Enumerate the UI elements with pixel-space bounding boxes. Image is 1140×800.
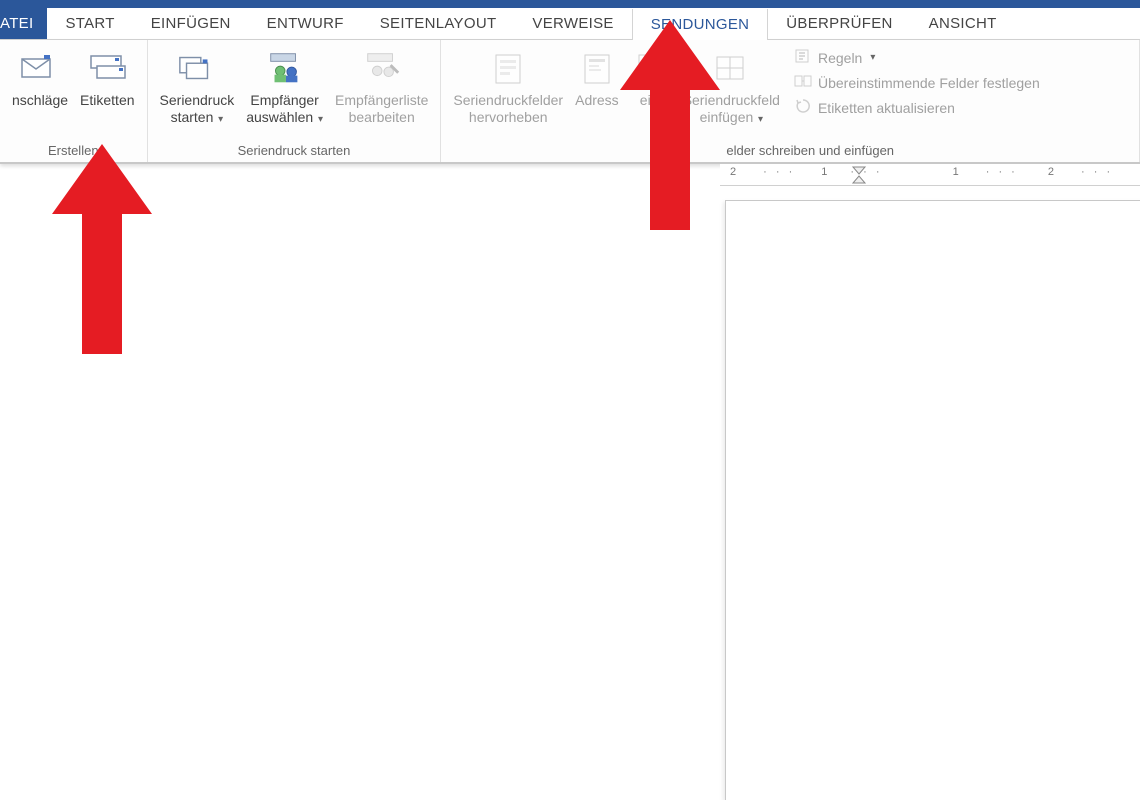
labels-icon — [87, 48, 127, 88]
tab-entwurf[interactable]: ENTWURF — [249, 8, 362, 39]
title-bar — [0, 0, 1140, 8]
uebereinstimmende-label: Übereinstimmende Felder festlegen — [818, 75, 1040, 91]
chevron-down-icon: ▾ — [870, 52, 875, 63]
grusszeile-button[interactable]: eile — [625, 44, 677, 109]
aktualisieren-label: Etiketten aktualisieren — [818, 100, 955, 116]
hervorheben-label: Seriendruckfelder hervorheben — [453, 92, 563, 126]
regeln-button[interactable]: Regeln ▾ — [794, 48, 1040, 67]
indent-marker-icon[interactable] — [852, 166, 866, 186]
tab-seitenlayout[interactable]: SEITENLAYOUT — [362, 8, 515, 39]
ribbon-tabs: ATEI START EINFÜGEN ENTWURF SEITENLAYOUT… — [0, 8, 1140, 40]
tab-datei[interactable]: ATEI — [0, 8, 47, 39]
edit-list-icon — [362, 48, 402, 88]
einfuegen-label: Seriendruckfeld einfügen ▾ — [683, 92, 780, 128]
rules-icon — [794, 48, 812, 67]
document-page[interactable] — [725, 200, 1140, 800]
seriendruckfelder-hervorheben-button[interactable]: Seriendruckfelder hervorheben — [447, 44, 569, 126]
insert-field-icon — [711, 48, 751, 88]
ruler-ticks: 2· · · 1· · · 1· · · 2· · · 3· · · 4· · … — [730, 166, 1140, 178]
tab-ueberpruefen[interactable]: ÜBERPRÜFEN — [768, 8, 910, 39]
tab-einfuegen[interactable]: EINFÜGEN — [133, 8, 249, 39]
match-fields-icon — [794, 73, 812, 92]
empfaengerliste-bearbeiten-button[interactable]: Empfängerliste bearbeiten — [329, 44, 434, 126]
seriendruckfeld-einfuegen-button[interactable]: Seriendruckfeld einfügen ▾ — [677, 44, 786, 128]
address-block-icon — [577, 48, 617, 88]
empfaengerliste-bearbeiten-label: Empfängerliste bearbeiten — [335, 92, 428, 126]
chevron-down-icon: ▾ — [215, 114, 223, 125]
zeile-label: eile — [640, 92, 662, 109]
empfaenger-auswaehlen-button[interactable]: Empfänger auswählen ▾ — [240, 44, 329, 128]
greeting-line-icon — [631, 48, 671, 88]
uebereinstimmende-felder-button[interactable]: Übereinstimmende Felder festlegen — [794, 73, 1040, 92]
adressblock-button[interactable]: Adress — [569, 44, 625, 109]
umschlaege-button[interactable]: nschläge — [6, 44, 74, 109]
regeln-label: Regeln — [818, 50, 862, 66]
group-seriendruck-starten: Seriendruck starten ▾ Empfänger auswähle… — [148, 40, 442, 162]
felder-extra-list: Regeln ▾ Übereinstimmende Felder festleg… — [786, 44, 1048, 117]
refresh-labels-icon — [794, 98, 812, 117]
seriendruck-starten-button[interactable]: Seriendruck starten ▾ — [154, 44, 241, 128]
adress-label: Adress — [575, 92, 619, 109]
mailmerge-start-icon — [177, 48, 217, 88]
seriendruck-starten-label: Seriendruck starten ▾ — [160, 92, 235, 128]
highlight-fields-icon — [488, 48, 528, 88]
ribbon-panel: nschläge Etiketten Erstellen Seriendruck… — [0, 40, 1140, 164]
etiketten-aktualisieren-button[interactable]: Etiketten aktualisieren — [794, 98, 1040, 117]
etiketten-button[interactable]: Etiketten — [74, 44, 140, 109]
etiketten-label: Etiketten — [80, 92, 134, 109]
group-erstellen-label: Erstellen — [6, 141, 141, 160]
recipients-icon — [265, 48, 305, 88]
envelope-icon — [20, 48, 60, 88]
group-seriendruck-starten-label: Seriendruck starten — [154, 141, 435, 160]
group-felder-label: elder schreiben und einfügen — [447, 141, 1133, 160]
tab-ansicht[interactable]: ANSICHT — [911, 8, 1015, 39]
empfaenger-auswaehlen-label: Empfänger auswählen ▾ — [246, 92, 323, 128]
tab-start[interactable]: START — [47, 8, 132, 39]
horizontal-ruler[interactable]: 2· · · 1· · · 1· · · 2· · · 3· · · 4· · … — [720, 164, 1140, 186]
chevron-down-icon: ▾ — [315, 114, 323, 125]
umschlaege-label: nschläge — [12, 92, 68, 109]
group-erstellen: nschläge Etiketten Erstellen — [0, 40, 148, 162]
annotation-arrow-etiketten — [42, 144, 162, 364]
tab-verweise[interactable]: VERWEISE — [514, 8, 631, 39]
group-felder: Seriendruckfelder hervorheben Adress eil… — [441, 40, 1140, 162]
chevron-down-icon: ▾ — [755, 114, 763, 125]
tab-sendungen[interactable]: SENDUNGEN — [632, 9, 769, 40]
